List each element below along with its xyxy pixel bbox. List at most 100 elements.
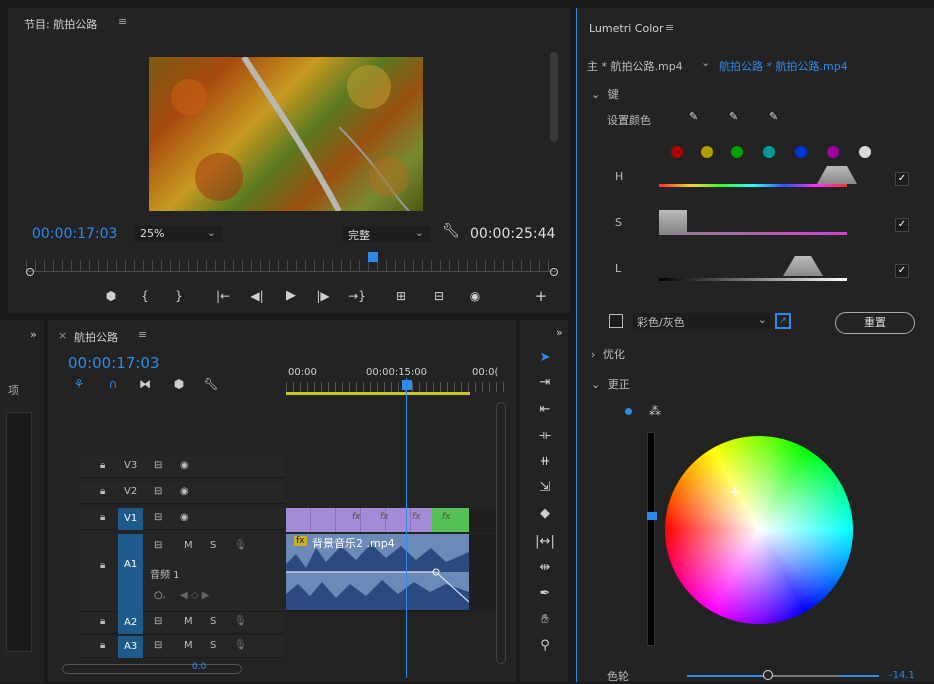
program-ruler[interactable] (26, 260, 556, 272)
timeline-timecode[interactable]: 00:00:17:03 (68, 354, 160, 372)
source-master-tab[interactable]: 主 * 航拍公路.mp4 (587, 58, 683, 74)
timeline-playhead-marker[interactable] (402, 380, 412, 390)
color-swatch[interactable] (731, 146, 743, 158)
color-gray-checkbox[interactable] (609, 314, 623, 328)
mic-icon[interactable]: 🎙︎ (234, 640, 247, 651)
solo-button[interactable]: S (210, 540, 216, 551)
l-checkbox[interactable]: ✓ (895, 264, 909, 278)
quality-select[interactable]: 完整 ⌄ (342, 226, 430, 242)
slip-icon[interactable]: ◆ (532, 506, 558, 521)
invert-mask-icon[interactable]: ↗ (775, 313, 791, 329)
hand-icon[interactable]: ✋︎ (532, 612, 558, 627)
step-back-icon[interactable]: ◀| (248, 288, 266, 304)
audio-clip[interactable]: fx 背景音乐2 .mp4 (286, 534, 469, 610)
track-header-v2[interactable]: 🔒︎ V2 ⊟ ◉ (80, 482, 285, 504)
timeline-ruler[interactable] (286, 382, 508, 392)
track-header-v1[interactable]: 🔒︎ V1 ⊟ ◉ (80, 508, 285, 530)
eyedropper-add-icon[interactable]: ✎ (729, 110, 738, 123)
lock-icon[interactable]: 🔒︎ (100, 512, 105, 523)
timeline-zoom-scroll[interactable] (62, 664, 242, 674)
track-header-a1[interactable]: 🔒︎ A1 ⊟ M S 🎙︎ 音频 1 ○. ◀ ◇ ▶ (80, 534, 285, 612)
mark-out-icon[interactable]: } (170, 288, 188, 304)
monitor-scrollbar[interactable] (550, 52, 558, 142)
plus-icon[interactable]: + (532, 288, 550, 304)
lumetri-menu-icon[interactable]: ≡ (665, 21, 674, 34)
track-header-a2[interactable]: 🔒︎ A2 ⊟ M S 🎙︎ (80, 612, 285, 634)
color-wheel[interactable] (665, 436, 853, 624)
color-swatch[interactable] (859, 146, 871, 158)
single-wheel-icon[interactable] (625, 408, 632, 415)
playhead-marker[interactable] (368, 252, 378, 262)
track-select-forward-icon[interactable]: ⇥ (532, 375, 558, 390)
sync-icon[interactable]: ⊟ (154, 486, 162, 497)
linked-selection-icon[interactable]: ⧓ (136, 376, 154, 392)
lock-icon[interactable]: 🔒︎ (100, 560, 105, 571)
l-slider[interactable] (659, 278, 847, 281)
mark-in-icon[interactable]: { (136, 288, 154, 304)
section-refine-header[interactable]: › 优化 (591, 346, 625, 362)
color-swatch[interactable] (701, 146, 713, 158)
sync-icon[interactable]: ⊟ (154, 460, 162, 471)
razor-icon[interactable]: ⇲ (532, 480, 558, 495)
sync-icon[interactable]: ⊟ (154, 640, 162, 651)
snap-icon[interactable]: ∩ (104, 376, 122, 392)
pen-icon[interactable]: ✒ (532, 586, 558, 601)
slide-icon[interactable]: |↔| (532, 534, 558, 549)
s-range-handle[interactable] (659, 210, 687, 232)
expand-panels-icon[interactable]: » (30, 328, 37, 341)
sync-icon[interactable]: ⊟ (154, 540, 162, 551)
lock-icon[interactable]: 🔒︎ (100, 616, 105, 627)
work-area-bar[interactable] (286, 392, 470, 395)
timeline-tab[interactable]: 航拍公路 (74, 329, 118, 345)
h-range-handle[interactable] (817, 166, 857, 184)
eye-icon[interactable]: ◉ (180, 486, 189, 497)
eyedropper-icon[interactable]: ✎ (689, 110, 698, 123)
s-slider[interactable] (659, 232, 847, 235)
close-tab-icon[interactable]: × (58, 329, 67, 342)
color-swatch[interactable] (671, 146, 683, 158)
h-slider[interactable] (659, 184, 847, 187)
luma-slider[interactable] (647, 432, 655, 646)
timeline-vscroll[interactable] (496, 402, 506, 664)
wheel-slider-handle[interactable] (763, 670, 773, 680)
extract-icon[interactable]: ⊟ (430, 288, 448, 304)
add-marker-icon[interactable]: ⬢ (102, 288, 120, 304)
mic-icon[interactable]: 🎙︎ (234, 540, 247, 551)
rate-stretch-icon[interactable]: ⧺ (532, 454, 558, 469)
solo-button[interactable]: S (210, 616, 216, 627)
eye-icon[interactable]: ◉ (180, 460, 189, 471)
s-checkbox[interactable]: ✓ (895, 218, 909, 232)
sync-icon[interactable]: ⊟ (154, 512, 162, 523)
color-swatch[interactable] (795, 146, 807, 158)
mute-button[interactable]: M (184, 540, 193, 551)
section-key-header[interactable]: ⌄ 键 (591, 86, 619, 102)
sync-icon[interactable]: ⊟ (154, 616, 162, 627)
reset-button[interactable]: 重置 (835, 312, 915, 334)
eye-icon[interactable]: ◉ (180, 512, 189, 523)
wheel-value[interactable]: -14.1 (889, 670, 915, 681)
selection-tool-icon[interactable]: ➤ (532, 350, 558, 365)
mic-icon[interactable]: 🎙︎ (234, 616, 247, 627)
out-handle[interactable] (550, 268, 558, 276)
lumetri-title[interactable]: Lumetri Color (589, 22, 664, 35)
keyframe-icon[interactable]: ○. (154, 590, 166, 601)
color-swatch[interactable] (763, 146, 775, 158)
wheel-slider[interactable] (687, 675, 879, 677)
mute-button[interactable]: M (184, 640, 193, 651)
step-forward-icon[interactable]: |▶ (314, 288, 332, 304)
chevron-down-icon[interactable]: ⌄ (701, 56, 710, 69)
three-wheel-icon[interactable]: ⁂ (649, 404, 661, 418)
camera-icon[interactable]: ◉ (466, 288, 484, 304)
l-range-handle[interactable] (783, 256, 823, 276)
timeline-menu-icon[interactable]: ≡ (138, 328, 147, 341)
program-monitor-title[interactable]: 节目: 航拍公路 (24, 16, 97, 32)
lock-icon[interactable]: 🔒︎ (100, 640, 105, 651)
color-gray-select[interactable]: 彩色/灰色 ⌄ (633, 313, 771, 329)
mute-button[interactable]: M (184, 616, 193, 627)
expand-tools-icon[interactable]: » (556, 326, 563, 339)
marker-icon[interactable]: ⬢ (170, 376, 188, 392)
go-to-in-icon[interactable]: |← (214, 288, 232, 304)
program-timecode-current[interactable]: 00:00:17:03 (32, 226, 117, 242)
zoom-icon[interactable]: ⚲ (532, 638, 558, 653)
slide-tool-icon[interactable]: ⇹ (532, 560, 558, 575)
